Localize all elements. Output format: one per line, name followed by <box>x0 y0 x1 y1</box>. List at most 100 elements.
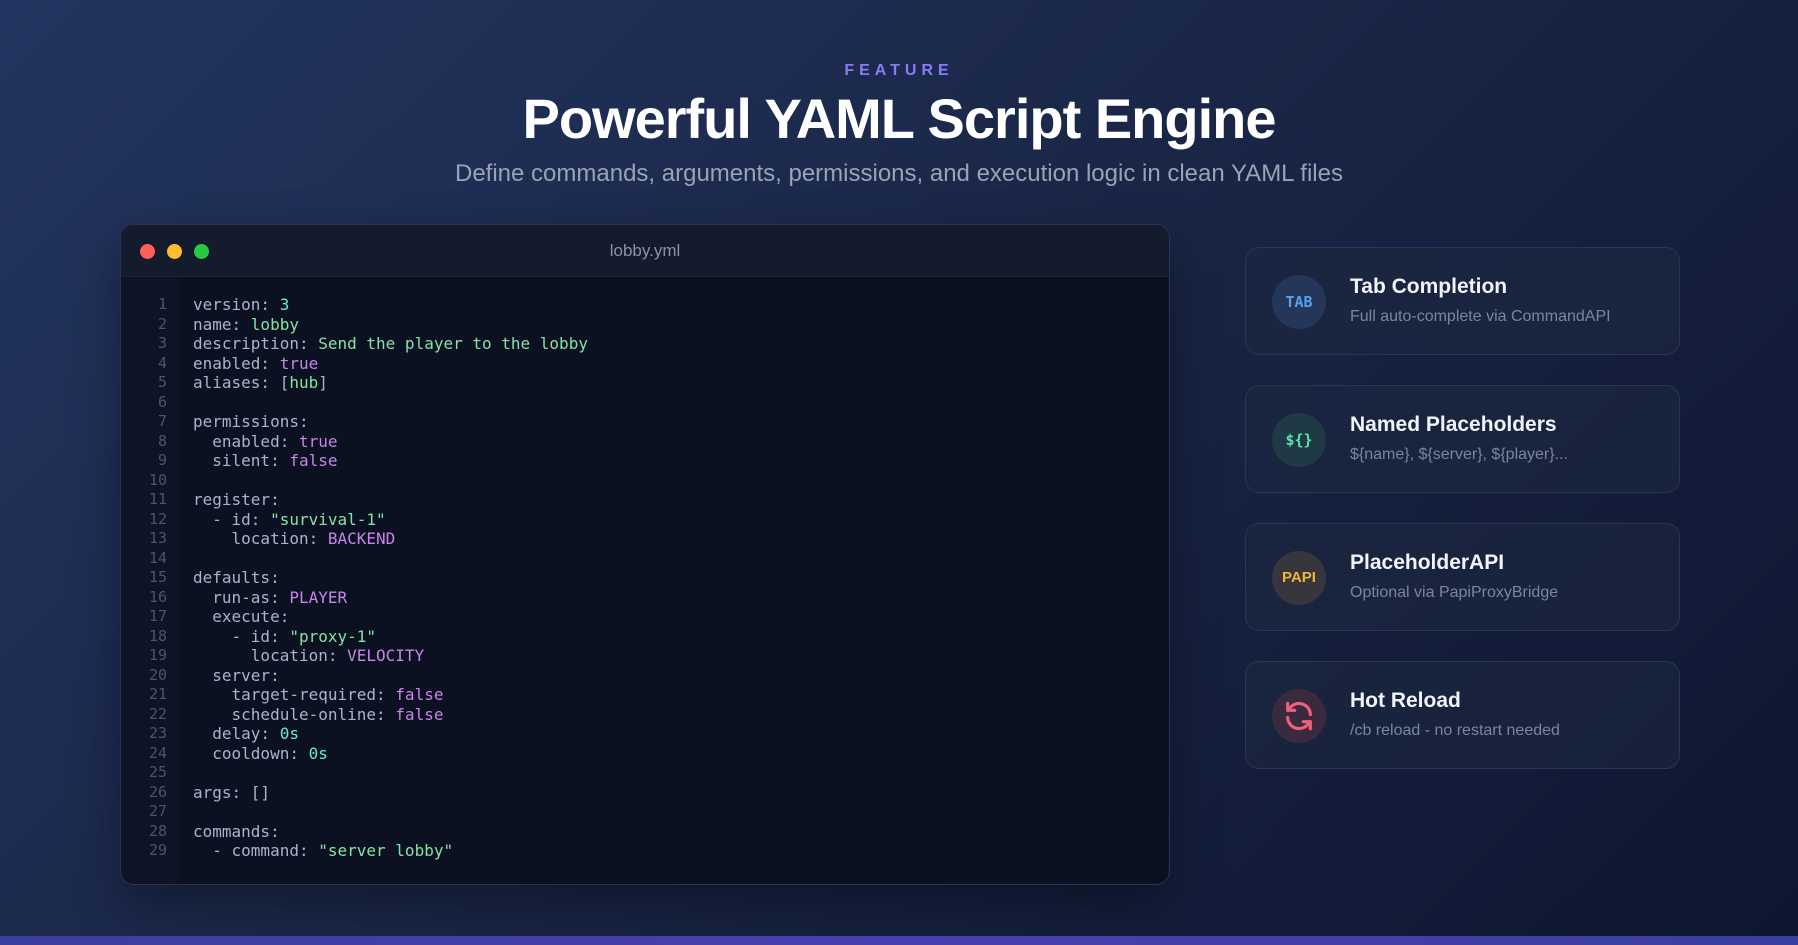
code-token: - id: <box>193 626 290 646</box>
code-line: 6 <box>121 393 1169 413</box>
code-line: 2 name: lobby <box>121 315 1169 335</box>
code-line: 22 schedule-online: false <box>121 705 1169 725</box>
code-token: version: <box>193 295 280 314</box>
line-text: version: 3 <box>193 295 289 315</box>
code-token: location: <box>193 646 348 665</box>
code-token: - id: <box>193 509 271 529</box>
line-number: 7 <box>157 412 167 430</box>
code-editor-window: lobby.yml 1 version: 3 2 name: lobby 3 descri… <box>120 224 1170 885</box>
feature-card: PAPI PlaceholderAPI Optional via PapiProxy… <box>1245 523 1680 631</box>
code-token: server: <box>193 665 280 685</box>
badge-label: TAB <box>1285 293 1313 311</box>
code-line: 7 permissions: <box>121 412 1169 432</box>
line-text: enabled: true <box>193 354 318 374</box>
line-number: 19 <box>148 646 167 664</box>
code-token: false <box>395 704 444 724</box>
feature-description: ${name}, ${server}, ${player}... <box>1350 446 1568 463</box>
code-line: 17 execute: <box>121 607 1169 627</box>
code-token: location: <box>193 529 328 548</box>
line-text: target-required: false <box>193 685 444 705</box>
code-line: 16 run-as: PLAYER <box>121 588 1169 608</box>
code-token: permissions: <box>193 412 309 431</box>
code-line: 19 location: VELOCITY <box>121 646 1169 666</box>
code-line: 5 aliases: [hub] <box>121 373 1169 393</box>
code-token: [ <box>279 373 290 392</box>
braces-icon: ${} <box>1272 413 1326 467</box>
line-number: 11 <box>148 490 167 508</box>
code-token: "proxy-1" <box>289 626 377 646</box>
line-text: commands: <box>193 822 280 842</box>
line-text: args: [] <box>193 783 270 803</box>
line-number: 28 <box>148 821 167 840</box>
feature-title: Named Placeholders <box>1350 413 1557 436</box>
code-token: 0s <box>308 743 328 763</box>
code-token: false <box>395 685 444 704</box>
code-token: hub <box>289 373 319 392</box>
feature-card: Hot Reload/cb reload - no restart needed <box>1245 661 1680 769</box>
code-token: cooldown: <box>193 743 309 763</box>
code-line: 25 <box>121 763 1169 783</box>
line-text: enabled: true <box>193 431 338 452</box>
refresh-icon <box>1272 689 1326 743</box>
feature-title: Tab Completion <box>1350 275 1508 298</box>
line-text: delay: 0s <box>193 724 299 744</box>
code-line: 10 <box>121 471 1169 491</box>
code-token: PLAYER <box>289 587 348 607</box>
code-token: - command: <box>193 841 319 860</box>
code-token: aliases: <box>193 373 280 392</box>
code-area: 1 version: 3 2 name: lobby 3 description: Sen… <box>121 277 1169 884</box>
line-number: 27 <box>148 802 167 820</box>
code-line: 29 - command: "server lobby" <box>121 841 1169 861</box>
code-token: args: <box>193 782 251 802</box>
feature-title: Hot Reload <box>1350 689 1461 712</box>
bottom-accent-bar <box>0 936 1798 945</box>
code-line: 15 defaults: <box>121 568 1169 588</box>
line-number: 26 <box>148 782 167 801</box>
line-number: 6 <box>157 392 167 411</box>
code-token: true <box>279 353 319 373</box>
line-text: - id: "proxy-1" <box>193 626 377 647</box>
code-line: 8 enabled: true <box>121 432 1169 452</box>
line-number: 29 <box>148 841 167 859</box>
code-line: 26 args: [] <box>121 783 1169 803</box>
feature-card: TAB Tab Completion Full auto-complete via … <box>1245 247 1680 355</box>
editor-titlebar: lobby.yml <box>121 225 1169 277</box>
code-line: 12 - id: "survival-1" <box>121 510 1169 530</box>
line-number: 3 <box>157 334 167 352</box>
line-number: 10 <box>148 470 167 489</box>
code-token: lobby <box>250 314 299 334</box>
line-number: 14 <box>148 548 167 567</box>
line-text: register: <box>193 490 280 510</box>
code-token: delay: <box>193 724 280 743</box>
code-line: 3 description: Send the player to the lob… <box>121 334 1169 354</box>
code-token: register: <box>193 490 280 509</box>
line-number: 5 <box>157 373 167 391</box>
code-token: ] <box>318 373 328 392</box>
line-text: name: lobby <box>193 315 299 335</box>
line-number: 12 <box>148 509 167 528</box>
page-subtitle: Define commands, arguments, permissions,… <box>455 160 1343 187</box>
code-token: silent: <box>193 451 290 470</box>
code-line: 1 version: 3 <box>121 295 1169 315</box>
line-text: server: <box>193 665 280 686</box>
line-number: 8 <box>157 431 167 450</box>
line-number: 1 <box>157 295 167 313</box>
feature-description: /cb reload - no restart needed <box>1350 722 1560 739</box>
line-text: permissions: <box>193 412 309 432</box>
line-number: 17 <box>148 607 167 625</box>
code-token: VELOCITY <box>347 646 425 665</box>
line-number: 13 <box>148 529 167 547</box>
papi-icon: PAPI <box>1272 551 1326 605</box>
line-number: 2 <box>157 314 167 333</box>
code-token: true <box>298 431 338 451</box>
code-line: 23 delay: 0s <box>121 724 1169 744</box>
code-token: 0s <box>279 724 299 743</box>
code-line: 21 target-required: false <box>121 685 1169 705</box>
line-number: 20 <box>148 665 167 684</box>
code-token: execute: <box>193 607 290 626</box>
line-text: - command: "server lobby" <box>193 841 453 861</box>
line-text: location: BACKEND <box>193 529 396 549</box>
code-line: 9 silent: false <box>121 451 1169 471</box>
line-text: location: VELOCITY <box>193 646 424 666</box>
badge-label: PAPI <box>1282 569 1316 586</box>
